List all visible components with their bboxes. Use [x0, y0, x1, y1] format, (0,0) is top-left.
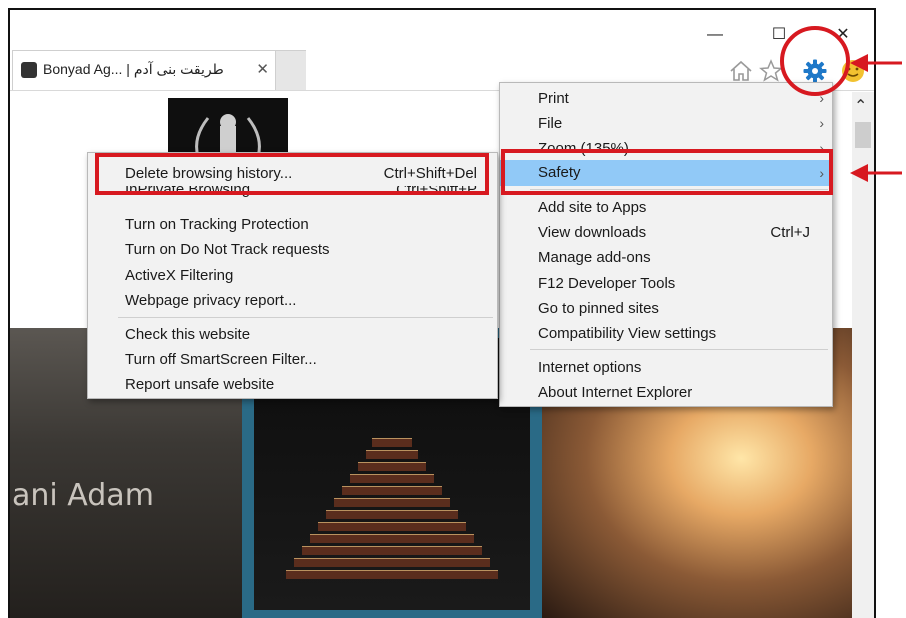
scroll-up-icon[interactable]: ⌃ [854, 96, 867, 116]
menu-item-file[interactable]: File › [500, 111, 832, 136]
annotation-box-safety [501, 149, 833, 195]
menu-item-compatibility-view[interactable]: Compatibility View settings [500, 321, 832, 346]
menu-item-tracking-protection[interactable]: Turn on Tracking Protection [88, 212, 497, 237]
tab-title: Bonyad Ag... | طریقت بنی آدم [43, 61, 224, 77]
menu-item-pinned-sites[interactable]: Go to pinned sites [500, 296, 832, 321]
menu-item-about-ie[interactable]: About Internet Explorer [500, 380, 832, 405]
menu-item-view-downloads[interactable]: View downloads Ctrl+J [500, 220, 832, 245]
annotation-box-delete-history [95, 153, 489, 195]
browser-tab[interactable]: Bonyad Ag... | طریقت بنی آدم ✕ [12, 50, 276, 90]
menu-item-activex-filtering[interactable]: ActiveX Filtering [88, 263, 497, 288]
menu-item-print[interactable]: Print › [500, 86, 832, 111]
menu-item-report-unsafe-website[interactable]: Report unsafe website [88, 372, 497, 397]
new-tab-button[interactable] [276, 50, 306, 91]
annotation-arrow-icon [850, 54, 902, 72]
minimize-button[interactable]: — [700, 24, 730, 46]
tools-menu: Print › File › Zoom (135%) › Safety › Ad… [499, 82, 833, 407]
annotation-circle [780, 26, 850, 96]
site-favicon-icon [21, 62, 37, 78]
menu-item-f12-developer-tools[interactable]: F12 Developer Tools [500, 271, 832, 296]
menu-item-do-not-track[interactable]: Turn on Do Not Track requests [88, 237, 497, 262]
tab-close-icon[interactable]: ✕ [256, 60, 269, 78]
home-icon[interactable] [728, 58, 754, 84]
menu-item-manage-addons[interactable]: Manage add-ons [500, 245, 832, 270]
annotation-arrow-icon [850, 164, 902, 182]
menu-item-add-site-to-apps[interactable]: Add site to Apps [500, 195, 832, 220]
menu-item-smartscreen-filter[interactable]: Turn off SmartScreen Filter... [88, 347, 497, 372]
menu-item-internet-options[interactable]: Internet options [500, 355, 832, 380]
menu-item-check-website[interactable]: Check this website [88, 322, 497, 347]
scroll-thumb[interactable] [855, 122, 871, 148]
left-banner-text: ani Adam [12, 478, 154, 513]
menu-item-privacy-report[interactable]: Webpage privacy report... [88, 288, 497, 313]
chevron-right-icon: › [819, 115, 824, 131]
